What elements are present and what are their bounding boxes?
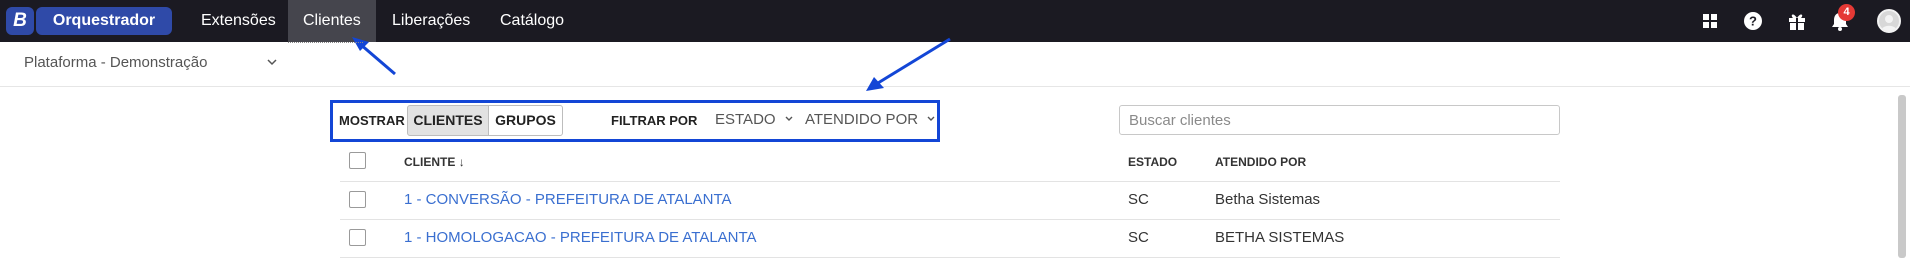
- annotation-arrow-filters: [877, 37, 951, 85]
- annotation-arrowhead: [866, 77, 884, 91]
- dotted-underline: [288, 42, 363, 43]
- annotation-arrow-clientes: [359, 42, 396, 76]
- annotation-arrows: [352, 37, 951, 91]
